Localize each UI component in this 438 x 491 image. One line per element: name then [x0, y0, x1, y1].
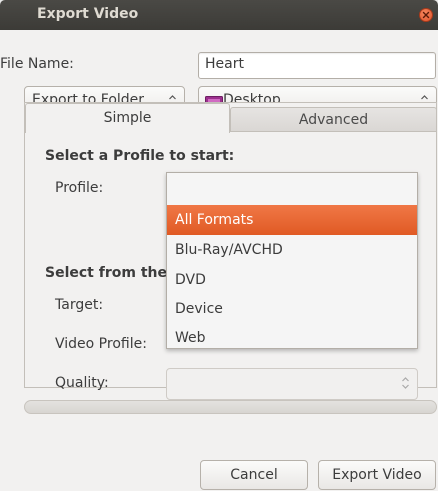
profile-option-label: DVD — [175, 272, 206, 288]
profile-option-dvd[interactable]: DVD — [167, 265, 417, 295]
window-title: Export Video — [37, 6, 139, 22]
select-from-heading: Select from the — [45, 265, 167, 281]
profile-option-device[interactable]: Device — [167, 294, 417, 324]
file-name-label: File Name: — [0, 56, 74, 72]
profile-dropdown-menu: All Formats Blu-Ray/AVCHD DVD Device Web — [166, 172, 418, 349]
file-name-input[interactable]: Heart — [198, 52, 436, 79]
profile-option-blu-ray[interactable]: Blu-Ray/AVCHD — [167, 235, 417, 265]
close-button[interactable] — [419, 8, 433, 22]
profile-option-web[interactable]: Web — [167, 323, 417, 353]
tab-simple[interactable]: Simple — [25, 103, 230, 133]
close-icon — [422, 11, 430, 19]
video-profile-label: Video Profile: — [55, 336, 147, 352]
export-video-button-label: Export Video — [332, 467, 422, 483]
tab-advanced-label: Advanced — [298, 112, 369, 128]
cancel-button[interactable]: Cancel — [200, 460, 308, 490]
tab-advanced[interactable]: Advanced — [230, 107, 437, 132]
cancel-button-label: Cancel — [230, 467, 278, 483]
profile-option-label: Blu-Ray/AVCHD — [175, 242, 283, 258]
title-bar: Export Video — [0, 0, 438, 30]
file-name-value: Heart — [205, 56, 244, 72]
profile-option-label: All Formats — [175, 212, 254, 228]
tab-simple-label: Simple — [103, 110, 152, 126]
export-video-button[interactable]: Export Video — [318, 460, 436, 490]
spinner-arrows-icon — [402, 377, 409, 389]
quality-label: Quality: — [55, 375, 109, 391]
profile-option-label: Web — [175, 330, 206, 346]
export-progress-bar — [24, 400, 437, 414]
profile-heading: Select a Profile to start: — [45, 148, 235, 164]
profile-option-all-formats[interactable]: All Formats — [167, 205, 417, 235]
target-label: Target: — [55, 297, 104, 313]
profile-option-label: Device — [175, 301, 223, 317]
profile-label: Profile: — [55, 180, 104, 196]
quality-select[interactable] — [166, 368, 418, 400]
